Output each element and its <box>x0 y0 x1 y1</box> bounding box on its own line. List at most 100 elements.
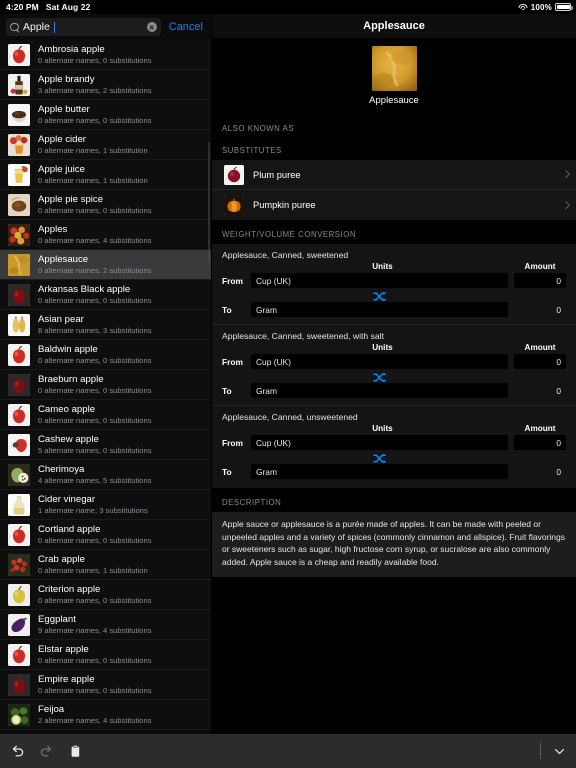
list-item-title: Cashew apple <box>38 434 99 445</box>
shuffle-icon[interactable] <box>372 370 387 383</box>
toolbar-divider <box>540 743 541 759</box>
to-unit-select[interactable]: Gram <box>251 464 508 479</box>
list-item-text: Baldwin apple 0 alternate names, 0 substi… <box>38 344 152 365</box>
list-item-text: Empire apple 0 alternate names, 0 substit… <box>38 674 152 695</box>
to-amount-value: 0 <box>556 304 561 315</box>
from-amount-input[interactable]: 0 <box>514 354 566 369</box>
list-item[interactable]: Apple juice 0 alternate names, 1 substitu… <box>0 160 211 190</box>
list-item[interactable]: Eggplant 9 alternate names, 4 substitutio… <box>0 610 211 640</box>
substitute-label: Pumpkin puree <box>253 200 316 210</box>
list-item[interactable]: Cortland apple 0 alternate names, 0 subst… <box>0 520 211 550</box>
substitute-row[interactable]: Pumpkin puree <box>212 190 576 220</box>
list-item[interactable]: Braeburn apple 0 alternate names, 0 subst… <box>0 370 211 400</box>
list-item-title: Empire apple <box>38 674 95 685</box>
detail-scroll-area[interactable]: Applesauce ALSO KNOWN AS SUBSTITUTES Plu… <box>212 38 576 734</box>
undo-icon[interactable] <box>10 744 25 759</box>
applesauce-photo <box>371 46 417 91</box>
bottom-toolbar <box>0 734 576 768</box>
list-item[interactable]: Ambrosia apple 0 alternate names, 0 subst… <box>0 40 211 70</box>
from-amount-input[interactable]: 0 <box>514 435 566 450</box>
list-item-text: Cashew apple 5 alternate names, 0 substit… <box>38 434 152 455</box>
list-item[interactable]: Cherimoya 4 alternate names, 5 substituti… <box>0 460 211 490</box>
to-unit-select[interactable]: Gram <box>251 302 508 317</box>
battery-icon <box>555 3 573 11</box>
units-column-header: Units <box>372 424 393 433</box>
shuffle-icon[interactable] <box>372 451 387 464</box>
app-window: 4:20 PM Sat Aug 22 100% Apple Cancel Amb… <box>0 0 576 768</box>
paste-icon[interactable] <box>68 744 83 759</box>
conversion-column-headers: Units Amount <box>222 424 566 433</box>
list-item-text: Cortland apple 0 alternate names, 0 subst… <box>38 524 152 545</box>
list-item[interactable]: Apple pie spice 0 alternate names, 0 subs… <box>0 190 211 220</box>
cider-thumb <box>8 133 30 156</box>
list-item-subtitle: 0 alternate names, 0 substitutions <box>38 386 152 395</box>
list-item-title: Apple cider <box>38 134 86 145</box>
detail-pane: Applesauce Applesauce ALSO KNOWN AS SUBS… <box>212 14 576 734</box>
butter-bowl-thumb <box>8 103 30 126</box>
list-item[interactable]: Cashew apple 5 alternate names, 0 substit… <box>0 430 211 460</box>
text-caret <box>54 21 56 33</box>
list-item[interactable]: Elstar apple 0 alternate names, 0 substit… <box>0 640 211 670</box>
list-item[interactable]: Cider vinegar 1 alternate name, 3 substit… <box>0 490 211 520</box>
list-item-subtitle: 8 alternate names, 3 substitutions <box>38 326 152 335</box>
status-bar-right: 100% <box>518 0 573 14</box>
from-label: From <box>222 356 243 367</box>
list-item[interactable]: Apple butter 0 alternate names, 0 substit… <box>0 100 211 130</box>
list-item-subtitle: 0 alternate names, 0 substitutions <box>38 206 152 215</box>
list-item-title: Criterion apple <box>38 584 101 595</box>
list-item[interactable]: Empire apple 0 alternate names, 0 substit… <box>0 670 211 700</box>
list-item[interactable]: Apples 0 alternate names, 4 substitutions <box>0 220 211 250</box>
chevron-down-icon[interactable] <box>553 745 566 758</box>
shuffle-icon[interactable] <box>372 289 387 302</box>
list-item-subtitle: 0 alternate names, 0 substitutions <box>38 116 152 125</box>
from-label: From <box>222 437 243 448</box>
list-item[interactable]: Asian pear 8 alternate names, 3 substitut… <box>0 310 211 340</box>
list-item-title: Arkansas Black apple <box>38 284 131 295</box>
to-amount-value: 0 <box>556 385 561 396</box>
from-amount-input[interactable]: 0 <box>514 273 566 288</box>
list-item[interactable]: Criterion apple 0 alternate names, 0 subs… <box>0 580 211 610</box>
from-unit-select[interactable]: Cup (UK) <box>251 273 508 288</box>
cancel-button[interactable]: Cancel <box>167 21 205 33</box>
redo-icon[interactable] <box>39 744 54 759</box>
list-item[interactable]: Cameo apple 0 alternate names, 0 substitu… <box>0 400 211 430</box>
substitute-label: Plum puree <box>253 169 301 180</box>
conversion-title: Applesauce, Canned, sweetened <box>222 250 349 260</box>
list-item[interactable]: Applesauce 0 alternate names, 2 substitut… <box>0 250 211 280</box>
to-label: To <box>222 304 232 315</box>
search-bar: Apple Cancel <box>0 14 211 40</box>
list-item-subtitle: 4 alternate names, 5 substitutions <box>38 476 152 485</box>
list-item-title: Eggplant <box>38 614 76 625</box>
conversion-to-row: To Gram 0 <box>222 464 566 479</box>
units-column-header: Units <box>372 343 393 352</box>
list-item-subtitle: 0 alternate names, 2 substitutions <box>38 266 152 275</box>
apple-dark-thumb <box>8 373 30 396</box>
list-item-subtitle: 9 alternate names, 4 substitutions <box>38 626 152 635</box>
list-item-subtitle: 0 alternate names, 4 substitutions <box>38 236 152 245</box>
apple-dark-thumb <box>8 283 30 306</box>
list-item[interactable]: Crab apple 0 alternate names, 1 substitut… <box>0 550 211 580</box>
hero-section: Applesauce <box>212 38 576 116</box>
list-item[interactable]: Feijoa 2 alternate names, 4 substitutions <box>0 700 211 730</box>
list-item-text: Apples 0 alternate names, 4 substitutions <box>38 224 152 245</box>
list-item-title: Apple pie spice <box>38 194 104 205</box>
from-unit-select[interactable]: Cup (UK) <box>251 354 508 369</box>
clear-icon[interactable] <box>146 22 157 32</box>
to-amount-value: 0 <box>556 466 561 477</box>
list-item-text: Crab apple 0 alternate names, 1 substitut… <box>38 554 148 575</box>
substitute-row[interactable]: Plum puree <box>212 160 576 190</box>
list-item-title: Braeburn apple <box>38 374 104 385</box>
list-scrollbar[interactable] <box>208 142 210 262</box>
to-unit-select[interactable]: Gram <box>251 383 508 398</box>
search-input[interactable]: Apple <box>6 18 161 36</box>
list-item[interactable]: Apple cider 0 alternate names, 1 substitu… <box>0 130 211 160</box>
ingredient-list[interactable]: Ambrosia apple 0 alternate names, 0 subst… <box>0 40 211 734</box>
from-unit-select[interactable]: Cup (UK) <box>251 435 508 450</box>
list-item[interactable]: Apple brandy 3 alternate names, 2 substit… <box>0 70 211 100</box>
list-item-title: Feijoa <box>38 704 65 715</box>
list-item[interactable]: Baldwin apple 0 alternate names, 0 substi… <box>0 340 211 370</box>
list-item[interactable]: Arkansas Black apple 0 alternate names, 0… <box>0 280 211 310</box>
list-item-text: Ambrosia apple 0 alternate names, 0 subst… <box>38 44 152 65</box>
conversion-from-row: From Cup (UK) 0 <box>222 435 566 450</box>
pumpkin-thumb <box>224 195 244 215</box>
